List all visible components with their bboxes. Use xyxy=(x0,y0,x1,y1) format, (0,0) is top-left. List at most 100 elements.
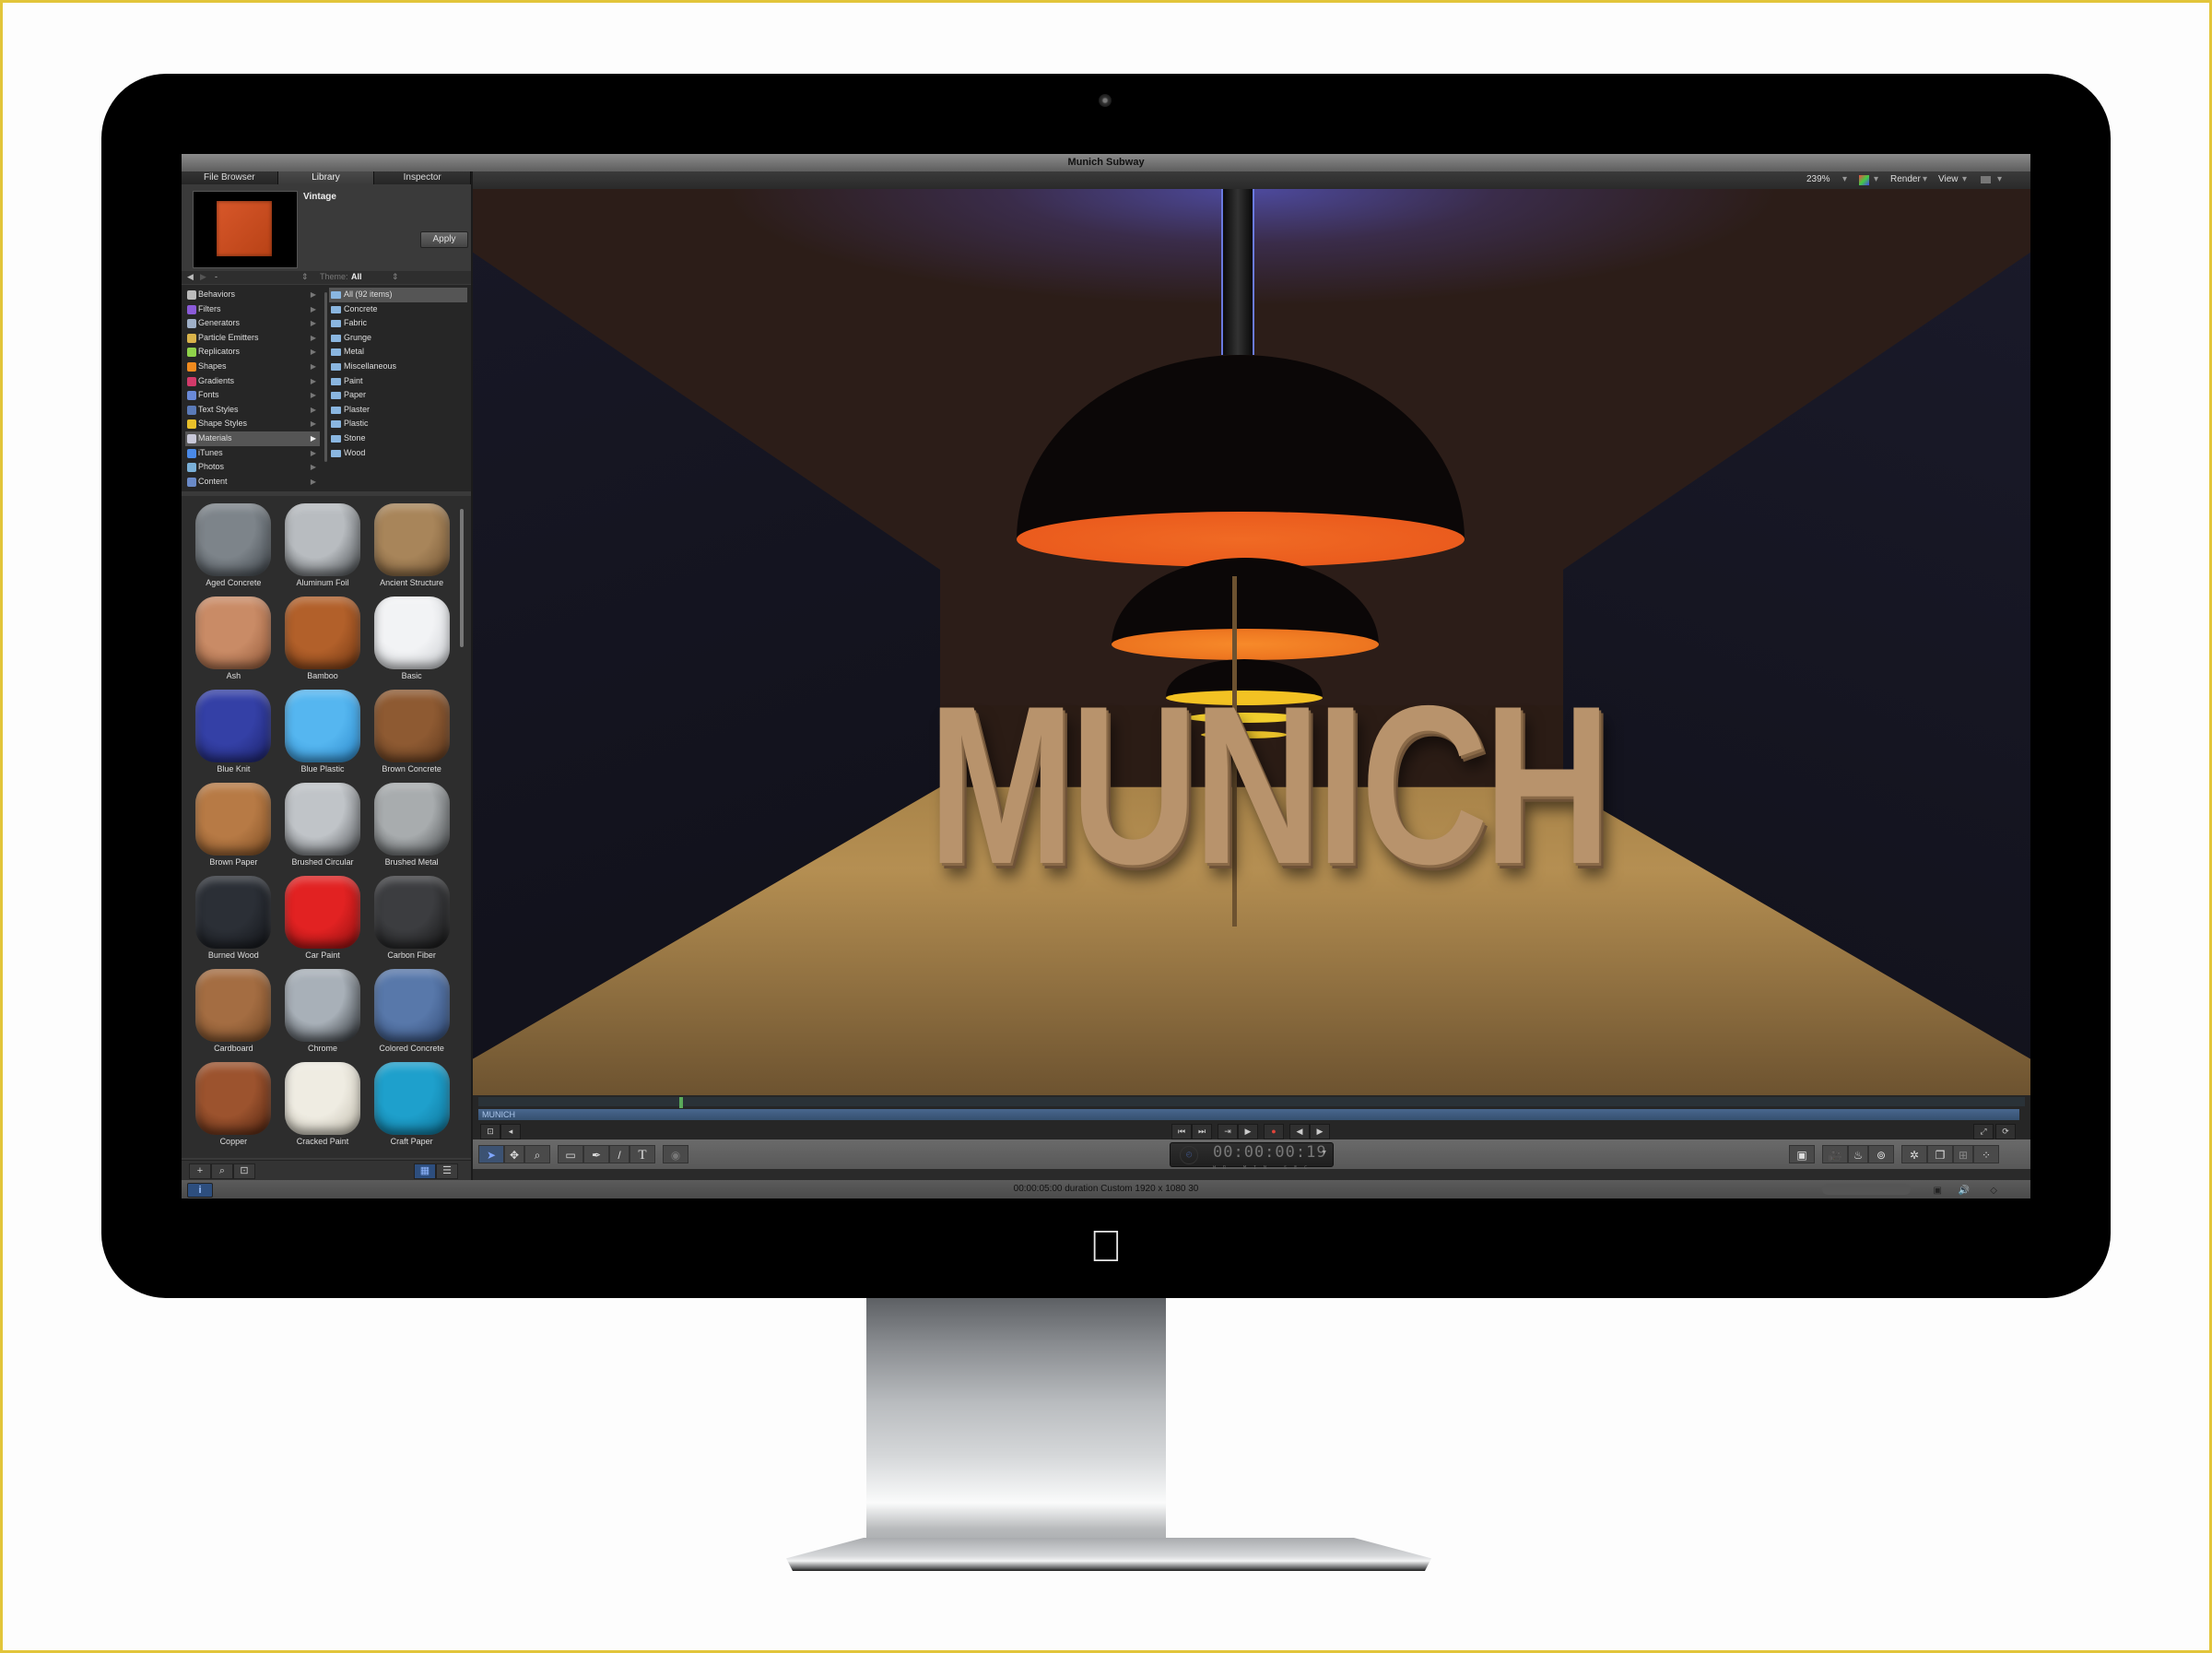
canvas-safe-zones-icon[interactable]: ▣ xyxy=(1789,1145,1815,1163)
view-menu[interactable]: View xyxy=(1938,174,1959,184)
previous-frame-button[interactable]: ◀ xyxy=(1289,1124,1310,1139)
rectangle-tool-icon[interactable]: ▭ xyxy=(558,1145,583,1163)
record-button[interactable]: ● xyxy=(1264,1124,1284,1139)
mask-icon[interactable]: ⊞ xyxy=(1953,1145,1973,1163)
forward-arrow-icon[interactable]: ▶ xyxy=(200,272,206,282)
material-chrome[interactable]: Chrome xyxy=(278,967,368,1060)
category-shape-styles[interactable]: Shape Styles ▶ xyxy=(185,417,320,431)
go-to-start-button[interactable]: ⏮ xyxy=(1171,1124,1192,1139)
light-icon[interactable]: ♨ xyxy=(1848,1145,1868,1163)
material-cracked-paint[interactable]: Cracked Paint xyxy=(278,1060,368,1153)
color-channels-icon[interactable] xyxy=(1859,175,1869,185)
mark-in-button[interactable]: ⊡ xyxy=(480,1124,500,1139)
save-icon[interactable]: ▣ xyxy=(1934,1182,1942,1198)
zoom-tool-icon[interactable]: ⌕ xyxy=(524,1145,550,1163)
add-button[interactable]: + xyxy=(189,1163,211,1179)
timecode-chevron-icon[interactable]: ▾ xyxy=(1321,1143,1327,1162)
category-shapes[interactable]: Shapes ▶ xyxy=(185,360,320,374)
channels-chevron-icon[interactable]: ▾ xyxy=(1874,174,1878,184)
timecode-display[interactable]: ◴ 00:00:00:19 HR MIN SEC FR ▾ xyxy=(1170,1142,1334,1189)
category-photos[interactable]: Photos ▶ xyxy=(185,460,320,475)
material-aged-concrete[interactable]: Aged Concrete xyxy=(189,502,278,595)
replicator-icon[interactable]: ⁘ xyxy=(1973,1145,1999,1163)
material-brushed-circular[interactable]: Brushed Circular xyxy=(278,781,368,874)
search-icon[interactable]: ⌕ xyxy=(211,1163,233,1179)
import-icon[interactable]: ⊡ xyxy=(233,1163,255,1179)
material-ancient-structure[interactable]: Ancient Structure xyxy=(367,502,456,595)
path-stepper-icon[interactable]: ⇕ xyxy=(301,272,309,282)
timeline-ruler[interactable] xyxy=(478,1097,2025,1108)
loop-icon[interactable]: ⟳ xyxy=(1995,1124,2016,1139)
layout-chevron-icon[interactable]: ▾ xyxy=(1997,174,2002,184)
zoom-level-popup[interactable]: 239% xyxy=(1806,174,1830,184)
material-blue-plastic[interactable]: Blue Plastic xyxy=(278,688,368,781)
material-copper[interactable]: Copper xyxy=(189,1060,278,1153)
material-aluminum-foil[interactable]: Aluminum Foil xyxy=(278,502,368,595)
canvas-viewer[interactable]: MUNICH xyxy=(473,189,2030,1095)
behaviors-gear-icon[interactable]: ✲ xyxy=(1901,1145,1927,1163)
material-craft-paper[interactable]: Craft Paper xyxy=(367,1060,456,1153)
tab-file-browser[interactable]: File Browser xyxy=(182,171,278,184)
render-menu[interactable]: Render xyxy=(1890,174,1921,184)
subcategory-plaster[interactable]: Plaster xyxy=(329,403,467,418)
timeline-track[interactable]: MUNICH xyxy=(478,1109,2019,1120)
subcategory-plastic[interactable]: Plastic xyxy=(329,417,467,431)
volume-icon[interactable]: 🔊 xyxy=(1959,1182,1970,1198)
tab-library[interactable]: Library xyxy=(277,171,375,184)
go-to-end-button[interactable]: ⏭ xyxy=(1192,1124,1212,1139)
subcategory-paper[interactable]: Paper xyxy=(329,388,467,403)
audio-button[interactable]: ◂ xyxy=(500,1124,521,1139)
info-icon[interactable]: i xyxy=(187,1183,213,1198)
view-chevron-icon[interactable]: ▾ xyxy=(1962,174,1967,184)
timecode-mode-icon[interactable]: ◴ xyxy=(1180,1146,1198,1164)
keyframes-icon[interactable]: ◇ xyxy=(1990,1182,1997,1198)
category-behaviors[interactable]: Behaviors ▶ xyxy=(185,288,320,302)
theme-stepper-icon[interactable]: ⇕ xyxy=(392,272,399,282)
subcategory-stone[interactable]: Stone xyxy=(329,431,467,446)
zoom-chevron-icon[interactable]: ▾ xyxy=(1842,174,1847,184)
category-materials[interactable]: Materials ▶ xyxy=(185,431,320,446)
subcategory-fabric[interactable]: Fabric xyxy=(329,316,467,331)
play-range-button[interactable]: ⇥ xyxy=(1218,1124,1238,1139)
playhead[interactable] xyxy=(679,1097,683,1108)
material-brushed-metal[interactable]: Brushed Metal xyxy=(367,781,456,874)
subcategory-all-92-items-[interactable]: All (92 items) xyxy=(329,288,467,302)
munich-3d-title[interactable]: MUNICH xyxy=(887,655,1649,915)
category-generators[interactable]: Generators ▶ xyxy=(185,316,320,331)
material-ash[interactable]: Ash xyxy=(189,595,278,688)
theme-value[interactable]: All xyxy=(351,272,362,281)
category-particle-emitters[interactable]: Particle Emitters ▶ xyxy=(185,331,320,346)
subcategory-paint[interactable]: Paint xyxy=(329,374,467,389)
mask-tool-icon[interactable]: ◉ xyxy=(663,1145,688,1163)
material-car-paint[interactable]: Car Paint xyxy=(278,874,368,967)
category-filters[interactable]: Filters ▶ xyxy=(185,302,320,317)
material-burned-wood[interactable]: Burned Wood xyxy=(189,874,278,967)
render-chevron-icon[interactable]: ▾ xyxy=(1923,174,1927,184)
material-cardboard[interactable]: Cardboard xyxy=(189,967,278,1060)
fullscreen-icon[interactable]: ⤢ xyxy=(1973,1124,1994,1139)
camera-icon-button[interactable]: 🎥 xyxy=(1822,1145,1848,1163)
paint-stroke-tool-icon[interactable]: / xyxy=(609,1145,629,1163)
select-tool-icon[interactable]: ➤ xyxy=(478,1145,504,1163)
apply-button[interactable]: Apply xyxy=(420,231,468,248)
play-button[interactable]: ▶ xyxy=(1238,1124,1258,1139)
subcategory-metal[interactable]: Metal xyxy=(329,345,467,360)
pen-tool-icon[interactable]: ✒ xyxy=(583,1145,609,1163)
new-rig-icon[interactable]: ⊚ xyxy=(1868,1145,1894,1163)
grid-view-icon[interactable]: ▦ xyxy=(414,1163,436,1179)
material-bamboo[interactable]: Bamboo xyxy=(278,595,368,688)
grid-scrollbar[interactable] xyxy=(460,509,464,647)
category-replicators[interactable]: Replicators ▶ xyxy=(185,345,320,360)
filters-icon[interactable]: ❐ xyxy=(1927,1145,1953,1163)
material-brown-paper[interactable]: Brown Paper xyxy=(189,781,278,874)
path-popup[interactable]: - xyxy=(215,272,218,281)
column-divider[interactable] xyxy=(324,292,327,462)
text-tool-icon[interactable]: T xyxy=(629,1145,655,1163)
back-arrow-icon[interactable]: ◀ xyxy=(187,272,194,282)
list-view-icon[interactable]: ☰ xyxy=(436,1163,458,1179)
transform-tool-icon[interactable]: ✥ xyxy=(504,1145,524,1163)
material-brown-concrete[interactable]: Brown Concrete xyxy=(367,688,456,781)
layout-icon[interactable] xyxy=(1981,176,1991,183)
material-carbon-fiber[interactable]: Carbon Fiber xyxy=(367,874,456,967)
next-frame-button[interactable]: ▶ xyxy=(1310,1124,1330,1139)
